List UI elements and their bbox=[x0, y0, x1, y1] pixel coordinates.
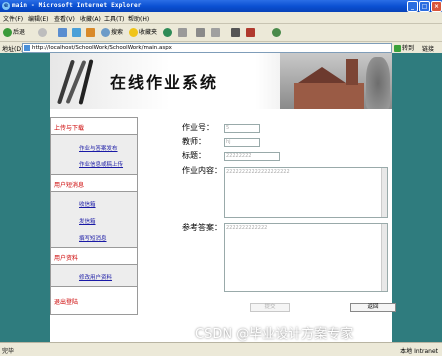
mail-icon bbox=[178, 28, 187, 37]
answer-scrollbar[interactable] bbox=[381, 224, 387, 291]
sidebar-section-logout[interactable]: 退出登陆 bbox=[51, 287, 137, 314]
mail-button[interactable] bbox=[178, 27, 188, 38]
watermark: CSDN @毕业设计方案专家 bbox=[195, 327, 354, 342]
window-title: main - Microsoft Internet Explorer bbox=[12, 2, 142, 9]
number-label: 作业号： bbox=[182, 123, 214, 132]
sidebar-item-publish[interactable]: 作业与答案发布 bbox=[79, 144, 118, 152]
menu-file[interactable]: 文件(F) bbox=[3, 14, 23, 23]
back-to-list-button[interactable]: 返回 bbox=[350, 303, 396, 312]
sidebar-item-inbox[interactable]: 收信箱 bbox=[79, 200, 96, 208]
refresh-button[interactable] bbox=[72, 27, 82, 38]
discuss-button[interactable] bbox=[231, 27, 241, 38]
address-label: 地址(D) bbox=[2, 46, 24, 53]
go-arrow-icon bbox=[394, 45, 401, 52]
favorites-button[interactable]: 收藏夹 bbox=[129, 27, 157, 38]
sidebar-submenu-messages: 收信箱 发信箱 撰写短消息 bbox=[51, 192, 137, 248]
menu-help[interactable]: 帮助(H) bbox=[128, 14, 149, 23]
home-button[interactable] bbox=[86, 27, 96, 38]
browser-window: e main - Microsoft Internet Explorer _ □… bbox=[0, 0, 442, 356]
research-icon bbox=[246, 28, 255, 37]
search-icon bbox=[101, 28, 110, 37]
security-zone: 本地 Intranet bbox=[400, 348, 438, 355]
content-label: 作业内容： bbox=[182, 166, 222, 175]
pen-decoration bbox=[56, 59, 76, 105]
edit-icon bbox=[211, 28, 220, 37]
sidebar-submenu-upload: 作业与答案发布 作业信息或稿上传 bbox=[51, 135, 137, 175]
page-icon bbox=[24, 45, 30, 51]
back-arrow-icon bbox=[3, 28, 12, 37]
sidebar-section-profile[interactable]: 用户资料 bbox=[51, 248, 137, 265]
close-button[interactable]: × bbox=[431, 1, 442, 12]
title-label: 标题： bbox=[182, 151, 206, 160]
status-text: 完毕 bbox=[2, 348, 15, 355]
go-button[interactable]: 转到 bbox=[394, 43, 414, 52]
sidebar-section-messages[interactable]: 用户短消息 bbox=[51, 175, 137, 192]
edit-button[interactable] bbox=[211, 27, 221, 38]
menu-view[interactable]: 查看(V) bbox=[54, 14, 75, 23]
page-content: 在线作业系统 上传与下载 作业与答案发布 作业信息或稿上传 用户短消息 收信箱 bbox=[50, 53, 396, 342]
research-button[interactable] bbox=[246, 27, 256, 38]
maximize-button[interactable]: □ bbox=[419, 1, 430, 12]
links-button[interactable]: 链接 bbox=[422, 44, 434, 53]
content-textarea[interactable]: 22222222222222222222 bbox=[224, 167, 388, 218]
number-input[interactable]: 5 bbox=[224, 124, 260, 133]
menu-bar: 文件(F) 编辑(E) 查看(V) 收藏(A) 工具(T) 帮助(H) bbox=[0, 12, 442, 35]
home-icon bbox=[86, 28, 95, 37]
search-button[interactable]: 搜索 bbox=[101, 27, 123, 38]
refresh-icon bbox=[72, 28, 81, 37]
sidebar: 上传与下载 作业与答案发布 作业信息或稿上传 用户短消息 收信箱 发信箱 撰写短… bbox=[50, 117, 138, 315]
building-photo bbox=[280, 53, 392, 109]
ie-logo-icon: e bbox=[2, 2, 10, 10]
page-viewport: 在线作业系统 上传与下载 作业与答案发布 作业信息或稿上传 用户短消息 收信箱 bbox=[0, 53, 442, 342]
menu-favorites[interactable]: 收藏(A) bbox=[80, 14, 101, 23]
title-input[interactable]: 22222222 bbox=[224, 152, 280, 161]
media-icon bbox=[163, 28, 172, 37]
answer-textarea[interactable]: 2222222222222 bbox=[224, 223, 388, 292]
address-input[interactable]: http://localhost/SchoolWork/SchoolWork/m… bbox=[22, 43, 392, 53]
banner: 在线作业系统 bbox=[50, 53, 392, 109]
messenger-button[interactable] bbox=[272, 27, 282, 38]
teacher-input[interactable]: hj bbox=[224, 138, 260, 147]
sidebar-submenu-profile: 修改用户资料 bbox=[51, 265, 137, 287]
system-title: 在线作业系统 bbox=[110, 73, 219, 92]
media-button[interactable] bbox=[163, 27, 173, 38]
sidebar-item-outbox[interactable]: 发信箱 bbox=[79, 217, 96, 225]
favorites-star-icon bbox=[129, 28, 138, 37]
sidebar-section-upload[interactable]: 上传与下载 bbox=[51, 118, 137, 135]
back-button[interactable]: 后退 bbox=[3, 27, 25, 38]
print-icon bbox=[196, 28, 205, 37]
title-bar: e main - Microsoft Internet Explorer _ □… bbox=[0, 0, 442, 12]
answer-label: 参考答案： bbox=[182, 223, 222, 232]
content-scrollbar[interactable] bbox=[381, 168, 387, 217]
minimize-button[interactable]: _ bbox=[407, 1, 418, 12]
messenger-icon bbox=[272, 28, 281, 37]
status-bar: 完毕 本地 Intranet bbox=[0, 342, 442, 356]
sidebar-item-upload[interactable]: 作业信息或稿上传 bbox=[79, 160, 123, 168]
sidebar-item-edit-profile[interactable]: 修改用户资料 bbox=[79, 273, 112, 281]
toolbar: 后退 搜索 收藏夹 bbox=[0, 24, 442, 42]
forward-button[interactable] bbox=[38, 27, 48, 38]
forward-arrow-icon bbox=[38, 28, 47, 37]
stop-button[interactable] bbox=[58, 27, 68, 38]
menu-tools[interactable]: 工具(T) bbox=[104, 14, 124, 23]
sidebar-item-compose[interactable]: 撰写短消息 bbox=[79, 234, 107, 242]
print-button[interactable] bbox=[196, 27, 206, 38]
submit-button[interactable]: 提交 bbox=[250, 303, 290, 312]
stop-icon bbox=[58, 28, 67, 37]
discuss-icon bbox=[231, 28, 240, 37]
teacher-label: 教师： bbox=[182, 137, 206, 146]
menu-edit[interactable]: 编辑(E) bbox=[28, 14, 48, 23]
address-url: http://localhost/SchoolWork/SchoolWork/m… bbox=[32, 45, 172, 51]
homework-form: 作业号： 5 教师： hj 标题： 22222222 作业内容： 2222222… bbox=[180, 123, 396, 333]
